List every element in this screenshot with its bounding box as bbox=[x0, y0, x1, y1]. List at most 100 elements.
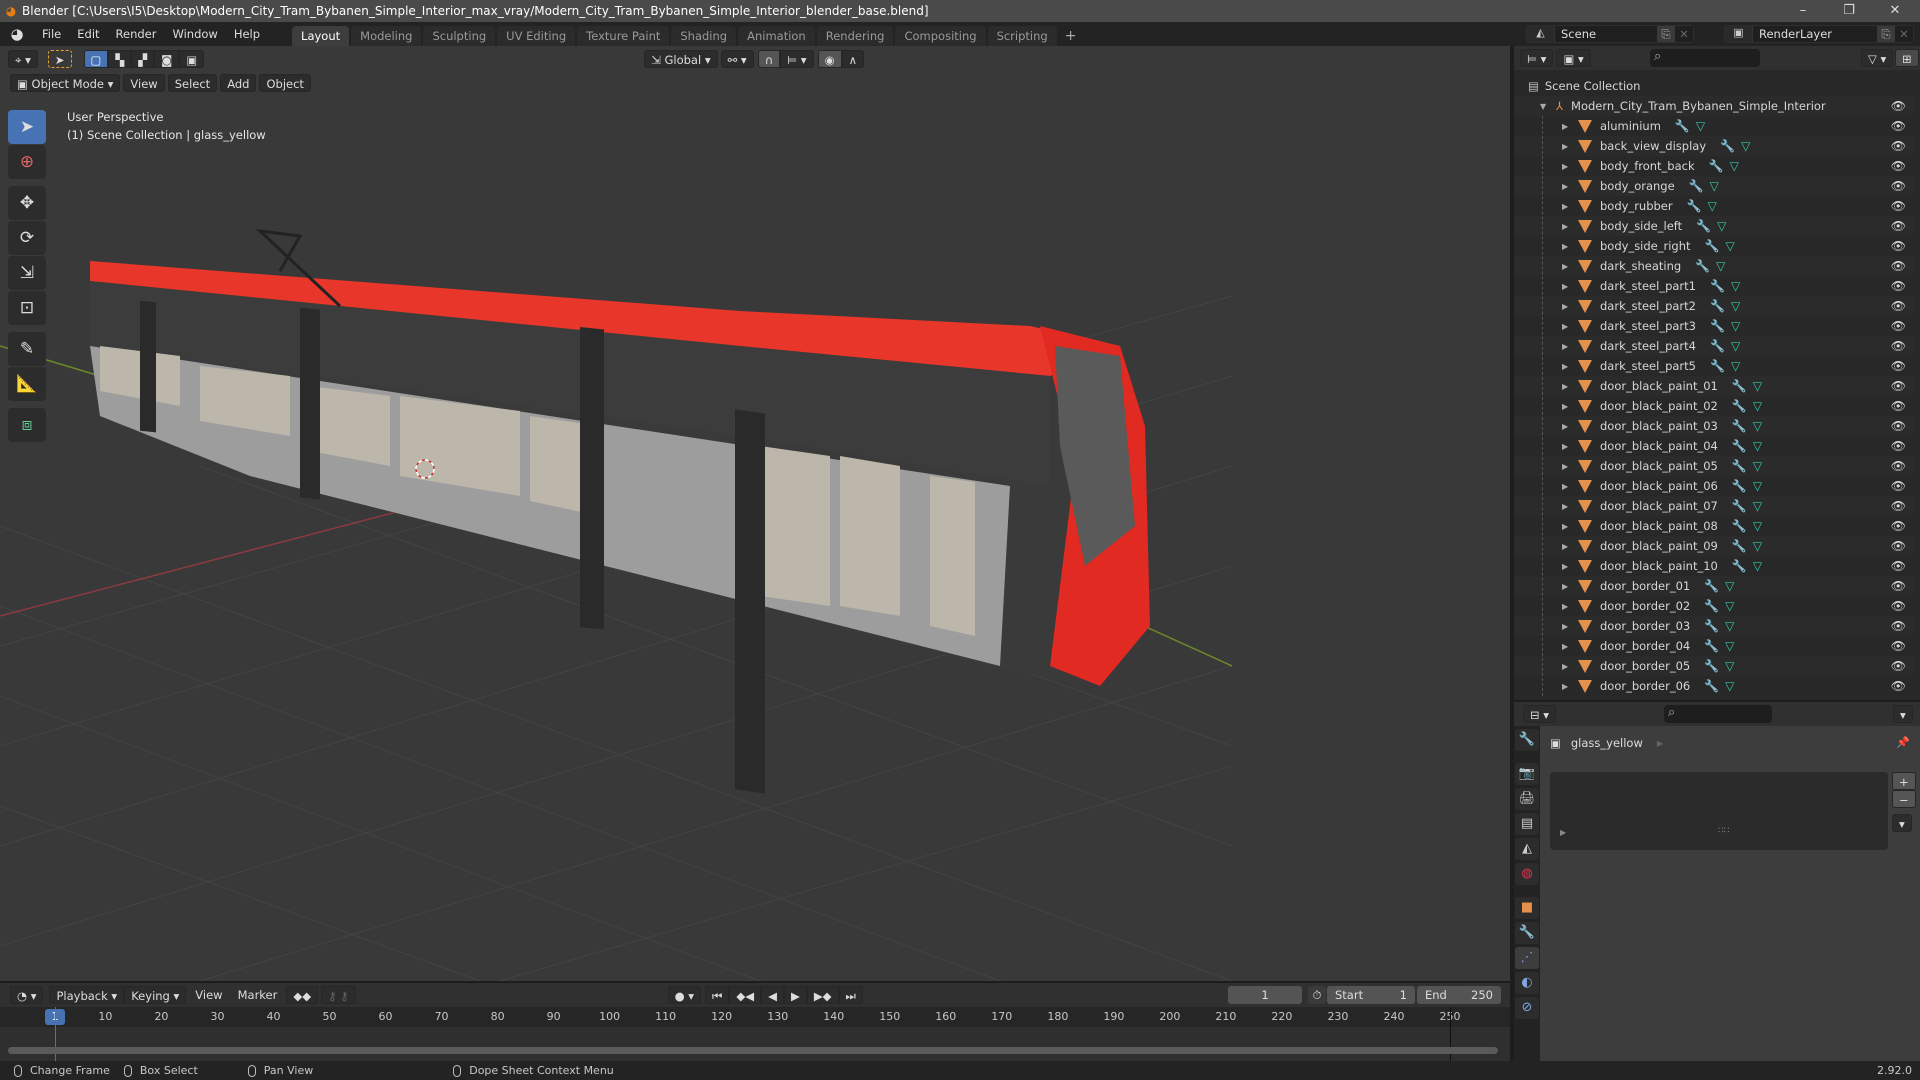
visibility-eye-icon[interactable]: 👁 bbox=[1891, 199, 1906, 213]
mesh-data-icon[interactable]: ▽ bbox=[1753, 399, 1762, 413]
modifier-wrench-icon[interactable]: 🔧 bbox=[1732, 379, 1747, 393]
object-name[interactable]: body_side_left bbox=[1600, 219, 1682, 233]
outliner-object-row[interactable]: ▶ door_black_paint_10 🔧 ▽ 👁 bbox=[1514, 556, 1914, 576]
expand-icon[interactable]: ▶ bbox=[1562, 202, 1572, 211]
object-name[interactable]: door_black_paint_02 bbox=[1600, 399, 1718, 413]
visibility-eye-icon[interactable]: 👁 bbox=[1891, 239, 1906, 253]
visibility-eye-icon[interactable]: 👁 bbox=[1891, 139, 1906, 153]
outliner-object-row[interactable]: ▶ dark_steel_part2 🔧 ▽ 👁 bbox=[1514, 296, 1914, 316]
frame-ruler[interactable]: 1 10203040506070809010011012013014015016… bbox=[0, 1007, 1510, 1027]
object-name[interactable]: back_view_display bbox=[1600, 139, 1706, 153]
modifier-wrench-icon[interactable]: 🔧 bbox=[1704, 579, 1719, 593]
snap-target-dropdown[interactable]: ⊨ ▾ bbox=[780, 50, 814, 68]
visibility-eye-icon[interactable]: 👁 bbox=[1891, 379, 1906, 393]
outliner-object-row[interactable]: ▶ body_rubber 🔧 ▽ 👁 bbox=[1514, 196, 1914, 216]
object-name[interactable]: door_black_paint_06 bbox=[1600, 479, 1718, 493]
modifier-wrench-icon[interactable]: 🔧 bbox=[1687, 199, 1702, 213]
cursor-tool[interactable]: ⊕ bbox=[8, 145, 46, 179]
remove-slot-button[interactable]: − bbox=[1892, 790, 1916, 808]
properties-search-input[interactable]: ⌕ bbox=[1664, 705, 1772, 723]
tab-shading[interactable]: Shading bbox=[671, 26, 737, 46]
list-resize-handle[interactable]: ∷∷ bbox=[1718, 826, 1729, 836]
expand-icon[interactable]: ▶ bbox=[1562, 642, 1572, 651]
outliner-object-row[interactable]: ▶ door_border_06 🔧 ▽ 👁 bbox=[1514, 676, 1914, 696]
expand-icon[interactable]: ▶ bbox=[1562, 342, 1572, 351]
modifier-wrench-icon[interactable]: 🔧 bbox=[1695, 259, 1710, 273]
snap-toggle-icon[interactable]: ∩ bbox=[757, 50, 781, 68]
jump-start-icon[interactable]: ⏮ bbox=[705, 986, 730, 1004]
expand-icon[interactable]: ▶ bbox=[1562, 322, 1572, 331]
modifier-wrench-icon[interactable]: 🔧 bbox=[1704, 599, 1719, 613]
object-name[interactable]: door_border_03 bbox=[1600, 619, 1690, 633]
visibility-eye-icon[interactable]: 👁 bbox=[1891, 459, 1906, 473]
preview-range-icon[interactable]: ⏱ bbox=[1308, 986, 1326, 1004]
expand-icon[interactable]: ▶ bbox=[1562, 542, 1572, 551]
menu-file[interactable]: File bbox=[34, 22, 69, 46]
outliner-object-row[interactable]: ▶ door_black_paint_08 🔧 ▽ 👁 bbox=[1514, 516, 1914, 536]
modifier-wrench-icon[interactable]: 🔧 bbox=[1710, 319, 1725, 333]
transform-tool[interactable]: ⊡ bbox=[8, 291, 46, 325]
menu-edit[interactable]: Edit bbox=[69, 22, 107, 46]
outliner-object-row[interactable]: ▶ dark_steel_part4 🔧 ▽ 👁 bbox=[1514, 336, 1914, 356]
modifier-wrench-icon[interactable]: 🔧 bbox=[1704, 639, 1719, 653]
blender-menu-icon[interactable]: ◕ bbox=[0, 25, 34, 43]
object-name[interactable]: door_border_06 bbox=[1600, 679, 1690, 693]
mesh-data-icon[interactable]: ▽ bbox=[1725, 579, 1734, 593]
mesh-data-icon[interactable]: ▽ bbox=[1731, 339, 1740, 353]
modifier-wrench-icon[interactable]: 🔧 bbox=[1689, 179, 1704, 193]
current-frame-field[interactable]: 1 bbox=[1228, 986, 1302, 1004]
object-name[interactable]: dark_steel_part4 bbox=[1600, 339, 1696, 353]
annotate-tool[interactable]: ✎ bbox=[8, 332, 46, 366]
outliner-object-row[interactable]: ▶ body_side_left 🔧 ▽ 👁 bbox=[1514, 216, 1914, 236]
modifier-wrench-icon[interactable]: 🔧 bbox=[1732, 399, 1747, 413]
select-menu[interactable]: Select bbox=[167, 74, 218, 92]
start-frame-field[interactable]: Start 1 bbox=[1327, 986, 1415, 1004]
visibility-eye-icon[interactable]: 👁 bbox=[1891, 299, 1906, 313]
tab-render[interactable]: 📷 bbox=[1515, 763, 1539, 785]
expand-icon[interactable]: ▶ bbox=[1562, 602, 1572, 611]
modifier-wrench-icon[interactable]: 🔧 bbox=[1732, 539, 1747, 553]
delete-view-layer-icon[interactable]: ✕ bbox=[1895, 27, 1913, 41]
expand-icon[interactable]: ▶ bbox=[1562, 522, 1572, 531]
object-name[interactable]: door_black_paint_03 bbox=[1600, 419, 1718, 433]
outliner-object-row[interactable]: ▶ door_black_paint_05 🔧 ▽ 👁 bbox=[1514, 456, 1914, 476]
add-slot-button[interactable]: + bbox=[1892, 772, 1916, 790]
new-collection-icon[interactable]: ⊞ bbox=[1895, 49, 1919, 67]
keying-menu[interactable]: Keying ▾ bbox=[124, 986, 187, 1004]
object-name[interactable]: door_black_paint_04 bbox=[1600, 439, 1718, 453]
mesh-data-icon[interactable]: ▽ bbox=[1731, 319, 1740, 333]
outliner-object-row[interactable]: ▶ door_black_paint_09 🔧 ▽ 👁 bbox=[1514, 536, 1914, 556]
expand-icon[interactable]: ▶ bbox=[1562, 682, 1572, 691]
tab-scene[interactable]: ◭ bbox=[1515, 838, 1539, 860]
object-name[interactable]: door_border_02 bbox=[1600, 599, 1690, 613]
modifier-wrench-icon[interactable]: 🔧 bbox=[1704, 619, 1719, 633]
mesh-data-icon[interactable]: ▽ bbox=[1753, 479, 1762, 493]
expand-icon[interactable]: ▶ bbox=[1562, 302, 1572, 311]
modifier-wrench-icon[interactable]: 🔧 bbox=[1704, 659, 1719, 673]
outliner-object-row[interactable]: ▶ door_black_paint_06 🔧 ▽ 👁 bbox=[1514, 476, 1914, 496]
visibility-eye-icon[interactable]: 👁 bbox=[1891, 159, 1906, 173]
object-name[interactable]: body_front_back bbox=[1600, 159, 1695, 173]
outliner-object-row[interactable]: ▶ body_orange 🔧 ▽ 👁 bbox=[1514, 176, 1914, 196]
auto-keying-button[interactable]: ● ▾ bbox=[667, 986, 702, 1004]
visibility-eye-icon[interactable]: 👁 bbox=[1891, 499, 1906, 513]
modifier-wrench-icon[interactable]: 🔧 bbox=[1696, 219, 1711, 233]
select-new-icon[interactable]: ▢ bbox=[83, 50, 109, 68]
proportional-edit-icon[interactable]: ◉ bbox=[817, 50, 842, 68]
object-name[interactable]: door_border_01 bbox=[1600, 579, 1690, 593]
expand-icon[interactable]: ▶ bbox=[1562, 262, 1572, 271]
expand-icon[interactable]: ▶ bbox=[1562, 142, 1572, 151]
close-button[interactable]: ✕ bbox=[1872, 0, 1918, 22]
expand-icon[interactable]: ▶ bbox=[1562, 482, 1572, 491]
mesh-data-icon[interactable]: ▽ bbox=[1753, 419, 1762, 433]
tab-tool[interactable]: 🔧 bbox=[1515, 729, 1539, 751]
expand-icon[interactable]: ▶ bbox=[1562, 122, 1572, 131]
tab-layout[interactable]: Layout bbox=[292, 26, 350, 46]
scene-name[interactable]: Scene bbox=[1555, 27, 1657, 41]
visibility-eye-icon[interactable]: 👁 bbox=[1891, 399, 1906, 413]
select-box-tool[interactable]: ➤ bbox=[8, 110, 46, 144]
menu-window[interactable]: Window bbox=[164, 22, 225, 46]
mesh-data-icon[interactable]: ▽ bbox=[1753, 499, 1762, 513]
tab-constraints[interactable]: ⊘ bbox=[1515, 997, 1539, 1019]
expand-icon[interactable]: ▶ bbox=[1562, 582, 1572, 591]
